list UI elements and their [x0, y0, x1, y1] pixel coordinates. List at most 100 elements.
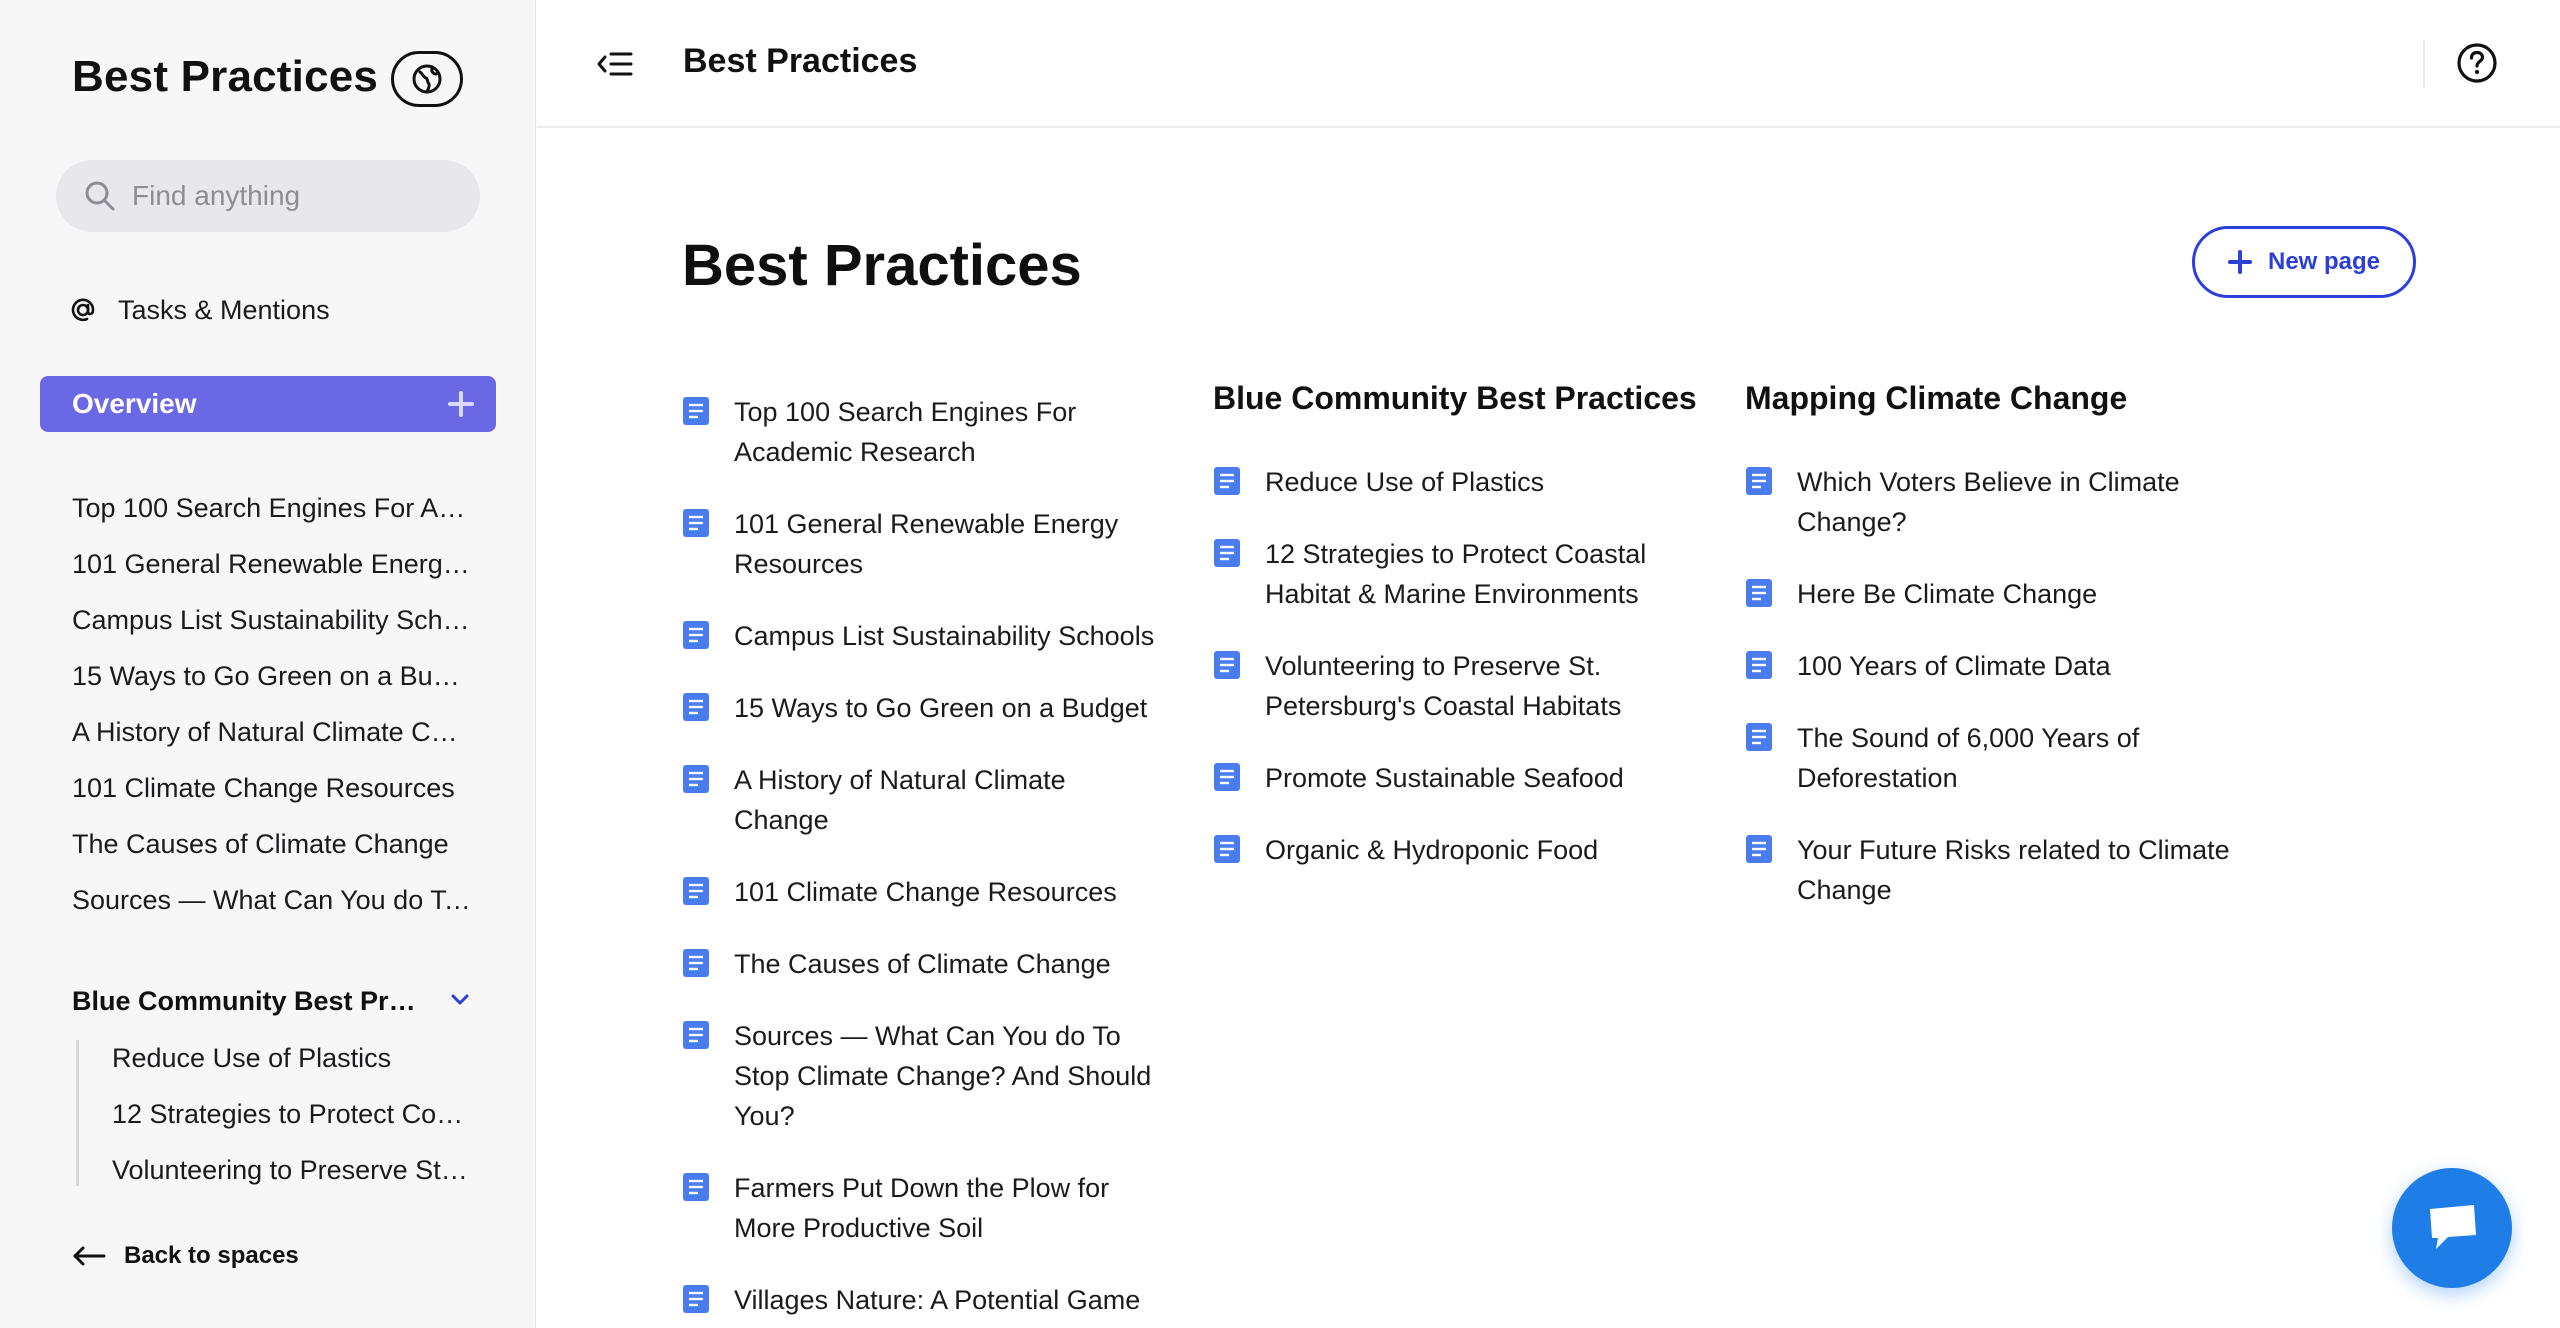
doc-title: Here Be Climate Change — [1797, 579, 2098, 609]
document-icon — [683, 949, 709, 977]
doc-link[interactable]: Villages Nature: A Potential Game — [682, 1280, 1162, 1320]
doc-link[interactable]: Sources — What Can You do To Stop Climat… — [682, 1016, 1162, 1136]
doc-title: The Sound of 6,000 Years of Deforestatio… — [1797, 723, 2140, 793]
doc-link[interactable]: Reduce Use of Plastics — [1213, 462, 1703, 502]
doc-title: Your Future Risks related to Climate Cha… — [1797, 835, 2230, 905]
search-icon — [85, 181, 115, 211]
document-icon — [683, 621, 709, 649]
overview-label: Overview — [72, 388, 197, 419]
doc-link[interactable]: Volunteering to Preserve St. Petersburg'… — [1213, 646, 1703, 726]
doc-title: Which Voters Believe in Climate Change? — [1797, 467, 2180, 537]
doc-link[interactable]: Top 100 Search Engines For Academic Rese… — [682, 392, 1162, 472]
sidebar-subitem[interactable]: Reduce Use of Plastics — [79, 1040, 472, 1096]
document-icon — [1746, 467, 1772, 495]
doc-title: Sources — What Can You do To Stop Climat… — [734, 1021, 1152, 1131]
search-placeholder: Find anything — [132, 180, 301, 211]
document-icon — [683, 1173, 709, 1201]
doc-title: Volunteering to Preserve St. Petersburg'… — [1265, 651, 1622, 721]
document-icon — [683, 693, 709, 721]
doc-link[interactable]: The Causes of Climate Change — [682, 944, 1162, 984]
document-icon — [1746, 651, 1772, 679]
doc-title: Top 100 Search Engines For Academic Rese… — [734, 397, 1077, 467]
top-bar: Best Practices — [537, 0, 2560, 128]
document-icon — [683, 765, 709, 793]
doc-link[interactable]: Campus List Sustainability Schools — [682, 616, 1162, 656]
at-sign-icon — [71, 298, 95, 322]
doc-title: Organic & Hydroponic Food — [1265, 835, 1599, 865]
search-input[interactable]: Find anything — [56, 160, 480, 232]
sidebar-item[interactable]: 101 General Renewable Energy Resources — [72, 546, 472, 602]
tasks-mentions-link[interactable]: Tasks & Mentions — [68, 290, 330, 330]
document-icon — [683, 1021, 709, 1049]
doc-link[interactable]: Which Voters Believe in Climate Change? — [1745, 462, 2245, 542]
column-title[interactable]: Blue Community Best Practices — [1213, 380, 1703, 420]
doc-link[interactable]: Here Be Climate Change — [1745, 574, 2245, 614]
sidebar-item[interactable]: The Causes of Climate Change — [72, 826, 472, 882]
sidebar-item[interactable]: 15 Ways to Go Green on a Budget — [72, 658, 472, 714]
space-title: Best Practices — [72, 52, 379, 101]
document-icon — [1746, 835, 1772, 863]
collapse-sidebar-icon[interactable] — [597, 48, 633, 80]
document-icon — [1214, 467, 1240, 495]
doc-title: 101 Climate Change Resources — [734, 877, 1117, 907]
document-icon — [1746, 579, 1772, 607]
document-icon — [1214, 763, 1240, 791]
chat-button[interactable] — [2392, 1168, 2512, 1288]
doc-link[interactable]: 100 Years of Climate Data — [1745, 646, 2245, 686]
sidebar-item[interactable]: 101 Climate Change Resources — [72, 770, 472, 826]
sidebar-item[interactable]: A History of Natural Climate Change — [72, 714, 472, 770]
doc-title: Promote Sustainable Seafood — [1265, 763, 1624, 793]
document-icon — [683, 509, 709, 537]
doc-title: Reduce Use of Plastics — [1265, 467, 1545, 497]
back-to-spaces-link[interactable]: Back to spaces — [72, 1236, 299, 1276]
globe-button[interactable] — [391, 51, 463, 107]
new-page-label: New page — [2267, 248, 2381, 275]
chevron-down-icon[interactable] — [448, 988, 472, 1012]
document-icon — [1214, 539, 1240, 567]
doc-link[interactable]: The Sound of 6,000 Years of Deforestatio… — [1745, 718, 2245, 798]
doc-title: Campus List Sustainability Schools — [734, 621, 1155, 651]
sidebar-subitem[interactable]: Volunteering to Preserve St. Petersburg'… — [79, 1152, 472, 1186]
doc-column: Mapping Climate Change Which Voters Beli… — [1745, 380, 2245, 942]
sidebar-item[interactable]: Sources — What Can You do To Stop Climat… — [72, 882, 472, 938]
sidebar: Best Practices Find anything Tasks & Men… — [0, 0, 536, 1328]
globe-icon — [412, 64, 442, 94]
doc-link[interactable]: Organic & Hydroponic Food — [1213, 830, 1703, 870]
doc-column: Top 100 Search Engines For Academic Rese… — [682, 392, 1162, 1328]
arrow-left-icon — [73, 1246, 106, 1266]
column-title[interactable]: Mapping Climate Change — [1745, 380, 2245, 420]
doc-link[interactable]: 15 Ways to Go Green on a Budget — [682, 688, 1162, 728]
new-page-button[interactable]: New page — [2192, 226, 2416, 298]
back-to-spaces-label: Back to spaces — [124, 1242, 299, 1269]
chat-icon — [2430, 1205, 2476, 1249]
sidebar-item-overview[interactable]: Overview — [40, 376, 496, 432]
help-circle-icon[interactable] — [2456, 42, 2498, 84]
document-icon — [1214, 835, 1240, 863]
doc-link[interactable]: Your Future Risks related to Climate Cha… — [1745, 830, 2245, 910]
sidebar-page-list: Top 100 Search Engines For Academic Rese… — [72, 490, 472, 938]
sidebar-item[interactable]: Top 100 Search Engines For Academic Rese… — [72, 490, 472, 546]
sidebar-group-title[interactable]: Blue Community Best Practices — [72, 986, 418, 1017]
page-title: Best Practices — [682, 233, 1082, 298]
doc-link[interactable]: Promote Sustainable Seafood — [1213, 758, 1703, 798]
sidebar-item[interactable]: Campus List Sustainability Schools — [72, 602, 472, 658]
doc-title: 12 Strategies to Protect Coastal Habitat… — [1265, 539, 1647, 609]
doc-column: Blue Community Best Practices Reduce Use… — [1213, 380, 1703, 902]
doc-title: The Causes of Climate Change — [734, 949, 1111, 979]
document-icon — [683, 1285, 709, 1313]
doc-title: A History of Natural Climate Change — [734, 765, 1066, 835]
doc-title: 15 Ways to Go Green on a Budget — [734, 693, 1148, 723]
doc-link[interactable]: 101 Climate Change Resources — [682, 872, 1162, 912]
doc-title: Farmers Put Down the Plow for More Produ… — [734, 1173, 1110, 1243]
doc-link[interactable]: Farmers Put Down the Plow for More Produ… — [682, 1168, 1162, 1248]
doc-link[interactable]: A History of Natural Climate Change — [682, 760, 1162, 840]
doc-link[interactable]: 101 General Renewable Energy Resources — [682, 504, 1162, 584]
sidebar-subitem[interactable]: 12 Strategies to Protect Coastal Habitat… — [79, 1096, 472, 1152]
document-icon — [1746, 723, 1772, 751]
doc-title: Villages Nature: A Potential Game — [734, 1285, 1141, 1315]
add-page-button[interactable] — [448, 391, 474, 417]
doc-link[interactable]: 12 Strategies to Protect Coastal Habitat… — [1213, 534, 1703, 614]
document-icon — [1214, 651, 1240, 679]
sidebar-group-items: Reduce Use of Plastics 12 Strategies to … — [76, 1040, 472, 1186]
document-icon — [683, 877, 709, 905]
